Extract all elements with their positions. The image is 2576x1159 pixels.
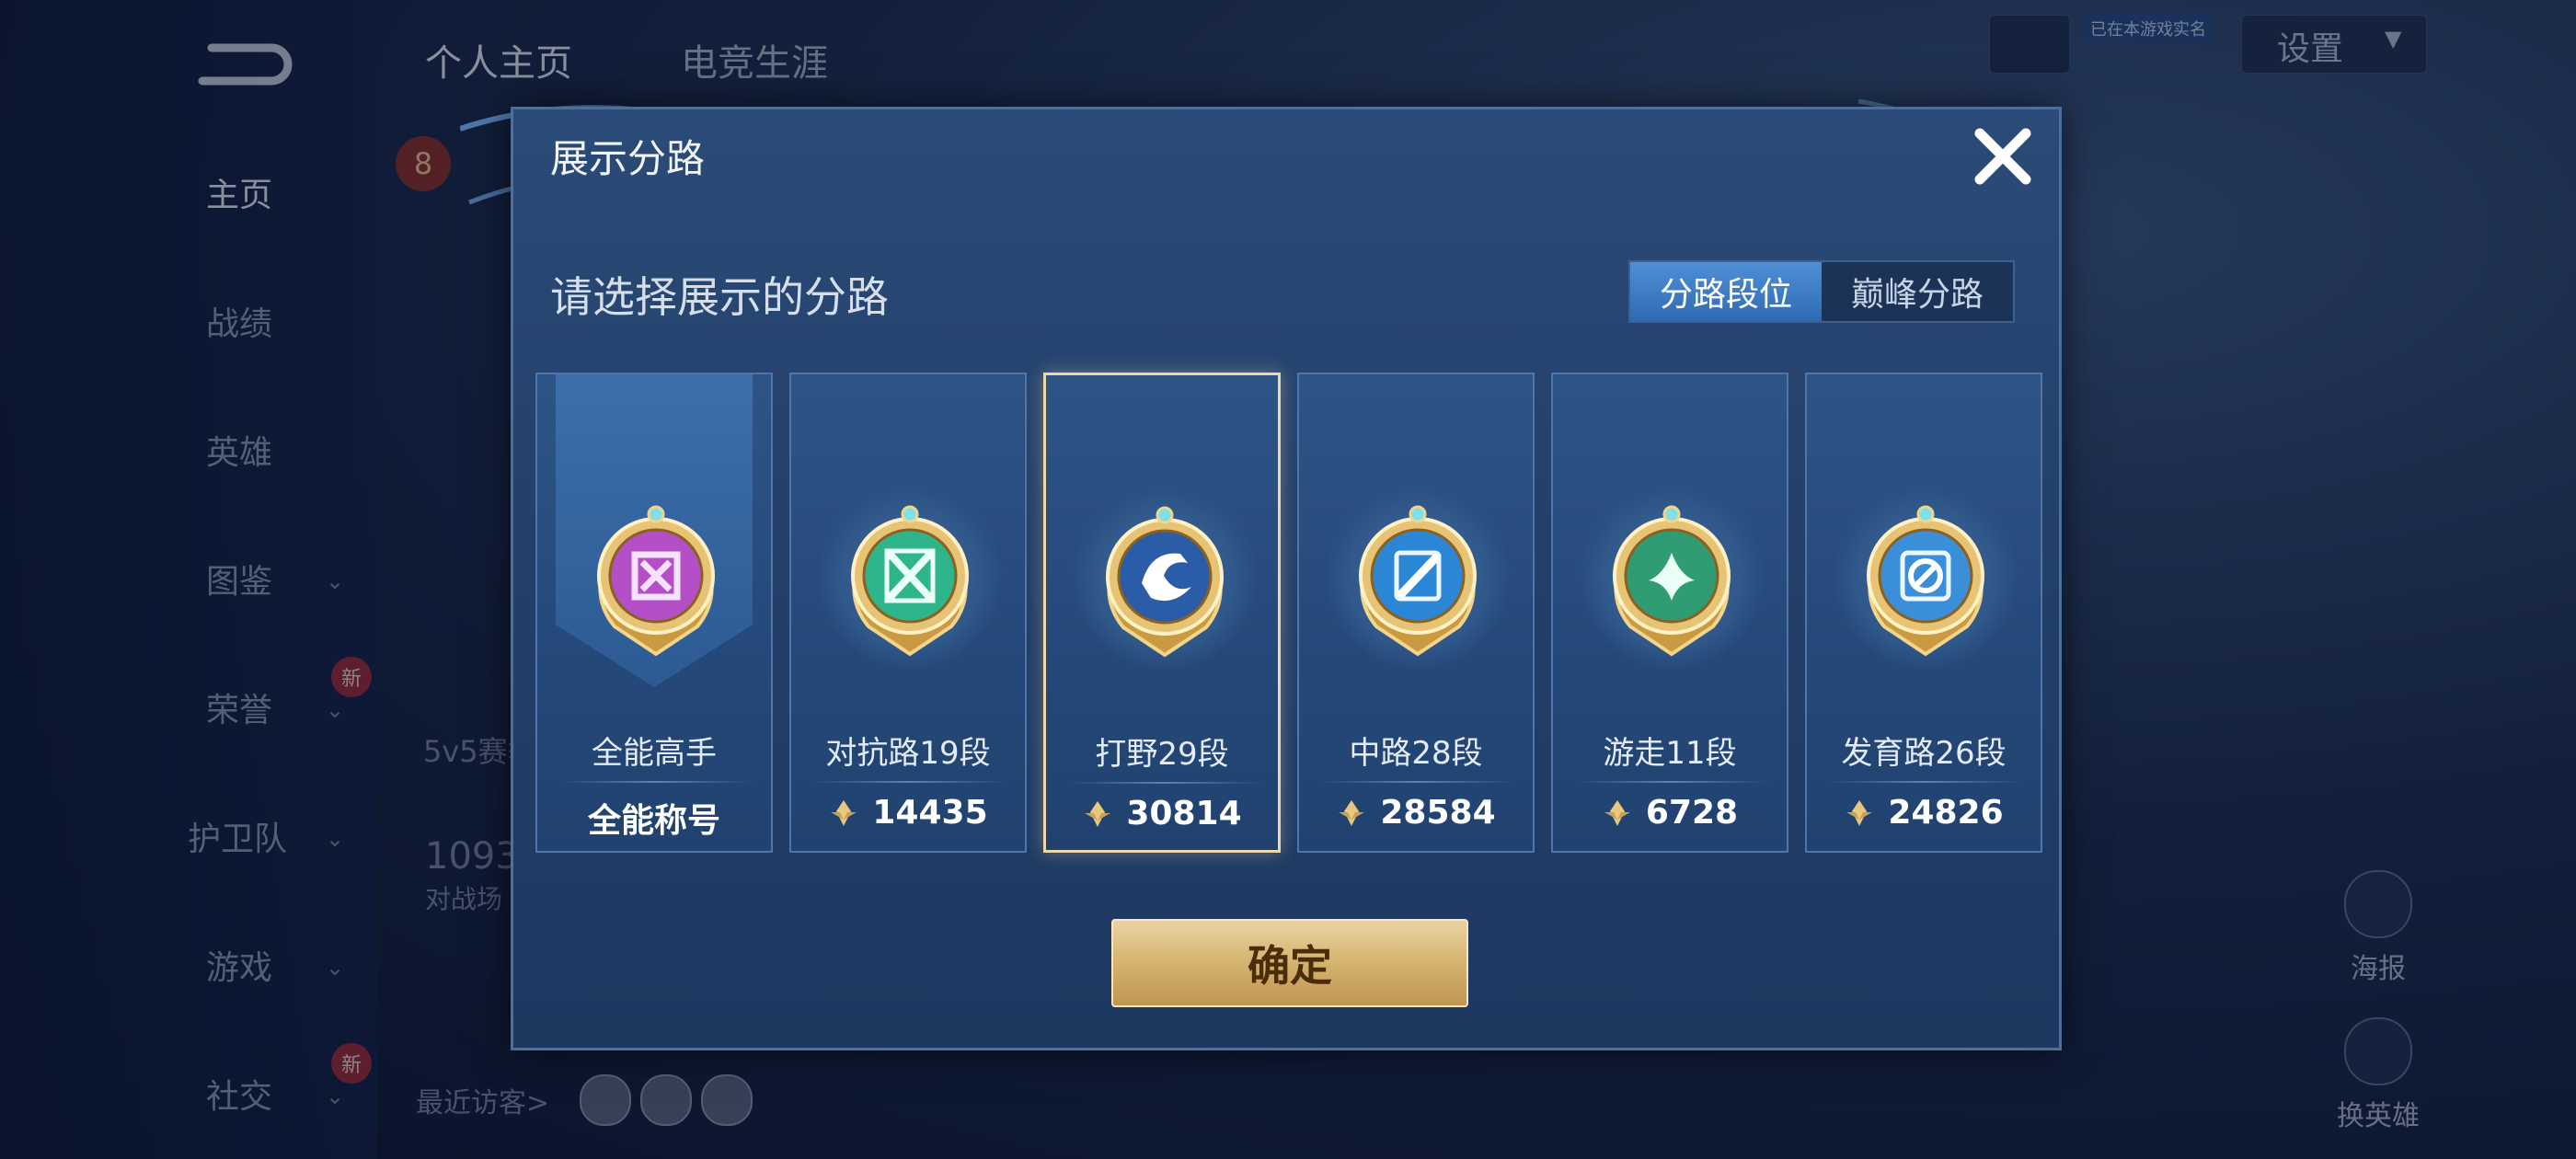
- dialog-subtitle: 请选择展示的分路: [550, 272, 889, 322]
- lane-card[interactable]: 打野29段 30814: [1043, 373, 1281, 853]
- confirm-button[interactable]: 确定: [1111, 919, 1468, 1007]
- dialog-title: 展示分路: [550, 136, 706, 181]
- lane-card-value: 6728: [1553, 794, 1787, 832]
- lane-card-value: 28584: [1299, 794, 1533, 832]
- lane-card-value: 14435: [791, 794, 1025, 832]
- lane-card-name: 全能高手: [592, 735, 717, 772]
- lane-card-name: 打野29段: [1095, 736, 1229, 773]
- card-divider: [1068, 782, 1261, 784]
- lane-card-value-text: 6728: [1645, 794, 1739, 832]
- lane-card-value: 24826: [1807, 794, 2041, 832]
- lane-card-value-text: 全能称号: [587, 802, 720, 840]
- lane-card-value: 全能称号: [537, 794, 771, 842]
- card-divider: [1575, 781, 1768, 783]
- lane-mode-toggle: 分路段位 巅峰分路: [1628, 260, 2015, 323]
- mid-lane-emblem-icon: [1349, 498, 1487, 663]
- all-round-emblem-icon: [587, 498, 725, 663]
- card-divider: [1829, 781, 2022, 783]
- tab-peak-lane[interactable]: 巅峰分路: [1822, 262, 2013, 321]
- card-divider: [1321, 781, 1514, 783]
- roam-emblem-icon: [1603, 498, 1741, 663]
- jungle-emblem-icon: [1096, 499, 1234, 664]
- show-lane-dialog: 展示分路 请选择展示的分路 分路段位 巅峰分路 全能高手 全能称号 对抗路19段 14…: [511, 107, 2062, 1050]
- farm-lane-emblem-icon: [1857, 498, 1995, 663]
- lane-card-value-text: 24826: [1888, 794, 2004, 832]
- score-diamond-icon: [1336, 798, 1367, 829]
- clash-lane-emblem-icon: [841, 498, 979, 663]
- lane-card-list: 全能高手 全能称号 对抗路19段 14435 打野29段 30814 中路28段 28584 游…: [535, 373, 2044, 853]
- lane-card[interactable]: 游走11段 6728: [1551, 373, 1788, 853]
- lane-card[interactable]: 中路28段 28584: [1297, 373, 1535, 853]
- lane-card[interactable]: 发育路26段 24826: [1805, 373, 2042, 853]
- score-diamond-icon: [1602, 798, 1633, 829]
- lane-card-name: 游走11段: [1603, 735, 1737, 772]
- score-diamond-icon: [828, 798, 859, 829]
- card-divider: [813, 781, 1006, 783]
- lane-card[interactable]: 对抗路19段 14435: [789, 373, 1027, 853]
- lane-card[interactable]: 全能高手 全能称号: [535, 373, 773, 853]
- score-diamond-icon: [1844, 798, 1875, 829]
- lane-card-value-text: 14435: [872, 794, 988, 832]
- close-button[interactable]: [1969, 122, 2037, 190]
- lane-card-value: 30814: [1046, 795, 1278, 832]
- card-divider: [559, 781, 753, 783]
- lane-card-name: 发育路26段: [1841, 735, 2007, 772]
- tab-lane-rank[interactable]: 分路段位: [1630, 262, 1822, 321]
- close-icon: [1974, 128, 2031, 185]
- lane-card-name: 对抗路19段: [825, 735, 991, 772]
- lane-card-value-text: 30814: [1126, 795, 1242, 832]
- lane-card-name: 中路28段: [1349, 735, 1483, 772]
- lane-card-value-text: 28584: [1380, 794, 1496, 832]
- score-diamond-icon: [1082, 798, 1113, 830]
